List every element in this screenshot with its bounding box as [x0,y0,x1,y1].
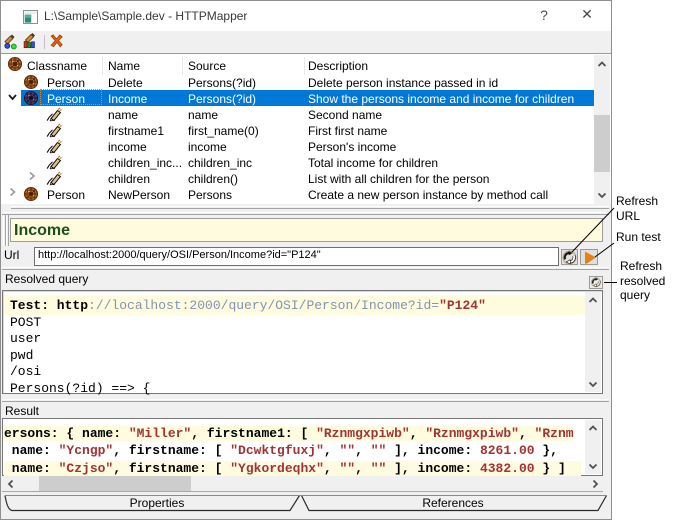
svg-text:Properties: Properties [130,496,185,510]
svg-text:References: References [422,496,483,510]
